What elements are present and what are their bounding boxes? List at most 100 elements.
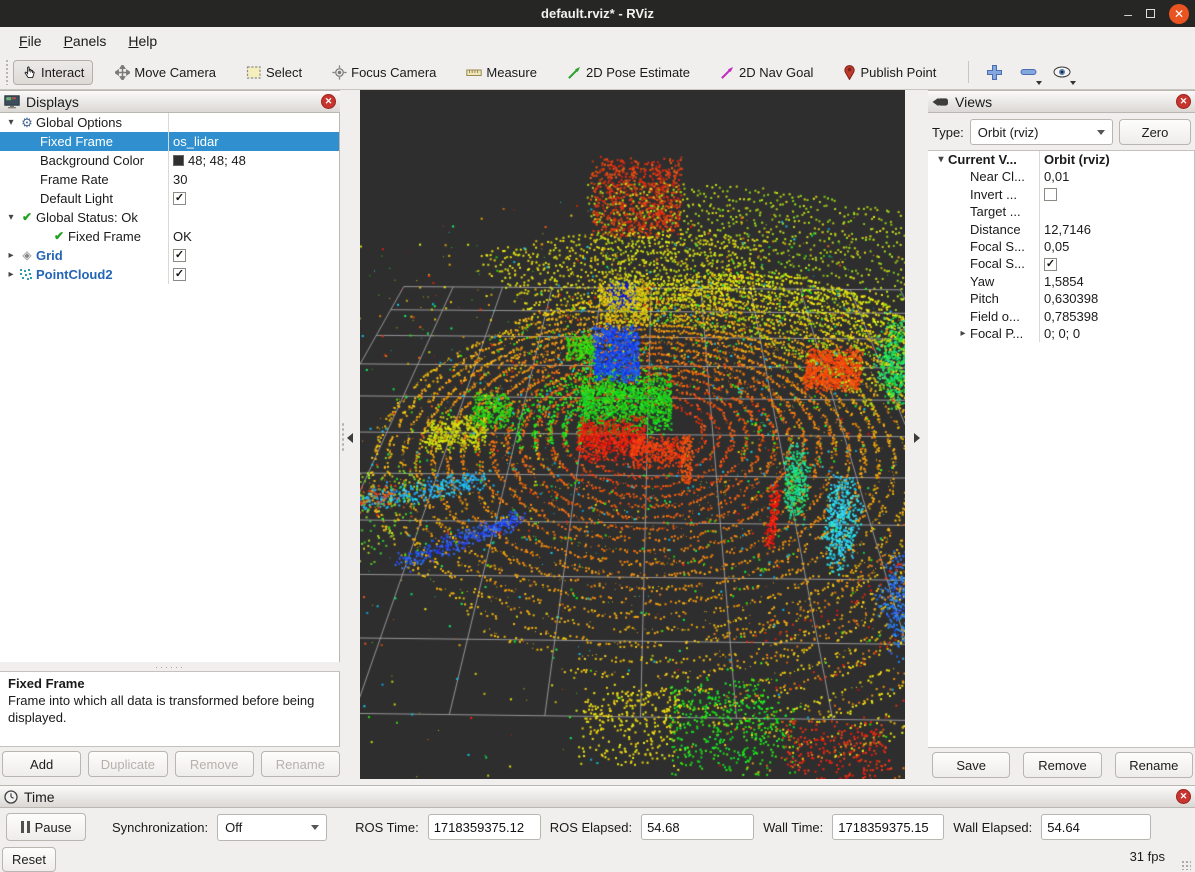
tool-2d-nav-goal[interactable]: 2D Nav Goal xyxy=(712,61,821,84)
check-icon: ✔ xyxy=(50,227,68,246)
menu-help[interactable]: Help xyxy=(117,29,168,53)
expander-icon[interactable]: ▸ xyxy=(4,246,18,265)
remove-view-button[interactable]: Remove xyxy=(1023,752,1101,778)
window-title: default.rviz* - RViz xyxy=(541,6,654,21)
tree-row[interactable]: Default Light✓ xyxy=(0,189,339,208)
close-displays-button[interactable]: ✕ xyxy=(321,94,336,109)
property-name: Pitch xyxy=(970,290,999,307)
right-splitter[interactable] xyxy=(905,90,928,785)
menu-panels[interactable]: Panels xyxy=(53,29,118,53)
checkbox[interactable]: ✓ xyxy=(173,192,186,205)
titlebar[interactable]: default.rviz* - RViz – ✕ xyxy=(0,0,1195,27)
rviz-window: default.rviz* - RViz – ✕ File Panels Hel… xyxy=(0,0,1195,872)
save-view-button[interactable]: Save xyxy=(932,752,1010,778)
expander-icon[interactable]: ▾ xyxy=(4,113,18,132)
clock-icon xyxy=(4,790,18,804)
checkbox[interactable] xyxy=(1044,188,1057,201)
monitor-icon xyxy=(4,95,20,109)
tree-row[interactable]: ▾Current V... Orbit (rviz) xyxy=(928,151,1194,168)
tool-measure[interactable]: Measure xyxy=(458,61,545,84)
checkbox[interactable]: ✓ xyxy=(1044,258,1057,271)
help-title: Fixed Frame xyxy=(8,676,331,693)
property-value: os_lidar xyxy=(173,132,219,151)
expander-icon[interactable]: ▾ xyxy=(4,208,18,227)
menu-file[interactable]: File xyxy=(8,29,53,53)
tree-row[interactable]: ▾✔Global Status: Ok xyxy=(0,208,339,227)
resize-grip-icon[interactable] xyxy=(1181,860,1191,870)
maximize-button[interactable] xyxy=(1146,9,1155,18)
tree-row[interactable]: ▾⚙Global Options xyxy=(0,113,339,132)
help-text: Frame into which all data is transformed… xyxy=(8,693,331,727)
dropdown-arrow-icon xyxy=(311,825,319,830)
wall-time-field[interactable] xyxy=(832,814,944,840)
toolbar-drag-handle[interactable] xyxy=(5,59,10,85)
tree-row[interactable]: Invert ... xyxy=(928,186,1194,203)
tree-row[interactable]: Yaw1,5854 xyxy=(928,273,1194,290)
tool-publish-point[interactable]: Publish Point xyxy=(835,60,944,84)
property-value: 1,5854 xyxy=(1044,273,1084,290)
tool-2d-pose-estimate[interactable]: 2D Pose Estimate xyxy=(559,61,698,84)
ros-time-field[interactable] xyxy=(428,814,541,840)
sync-combo[interactable]: Off xyxy=(217,814,327,841)
property-help-box: Fixed Frame Frame into which all data is… xyxy=(0,671,340,747)
add-tool-button[interactable] xyxy=(979,58,1009,86)
left-splitter[interactable] xyxy=(340,90,360,785)
property-value: 0,785398 xyxy=(1044,308,1098,325)
close-window-button[interactable]: ✕ xyxy=(1169,4,1189,24)
color-swatch xyxy=(173,155,184,166)
view-type-combo[interactable]: Orbit (rviz) xyxy=(970,119,1113,145)
close-views-button[interactable]: ✕ xyxy=(1176,94,1191,109)
tree-row[interactable]: Frame Rate30 xyxy=(0,170,339,189)
tree-row[interactable]: Near Cl...0,01 xyxy=(928,168,1194,185)
tool-interact[interactable]: Interact xyxy=(13,60,93,85)
tree-row[interactable]: Pitch0,630398 xyxy=(928,290,1194,307)
rename-view-button[interactable]: Rename xyxy=(1115,752,1193,778)
remove-display-button[interactable]: Remove xyxy=(175,751,254,777)
minimize-button[interactable]: – xyxy=(1124,9,1132,19)
tree-row[interactable]: Target ... xyxy=(928,203,1194,220)
menubar: File Panels Help xyxy=(0,27,1195,55)
tool-focus-camera[interactable]: Focus Camera xyxy=(324,61,444,84)
displays-splitter-handle[interactable]: ······ xyxy=(0,662,340,671)
property-name: Grid xyxy=(36,246,63,265)
duplicate-display-button[interactable]: Duplicate xyxy=(88,751,167,777)
time-panel-header[interactable]: Time ✕ xyxy=(0,785,1195,808)
expander-icon[interactable]: ▸ xyxy=(4,265,18,284)
tree-row[interactable]: ▸Focal P...0; 0; 0 xyxy=(928,325,1194,342)
property-name: Current V... xyxy=(948,151,1017,168)
zero-button[interactable]: Zero xyxy=(1119,119,1191,145)
views-panel-header[interactable]: Views ✕ xyxy=(928,90,1195,113)
render-viewport[interactable] xyxy=(360,90,905,779)
tree-row[interactable]: Distance12,7146 xyxy=(928,221,1194,238)
pause-button[interactable]: Pause xyxy=(6,813,86,841)
checkbox[interactable]: ✓ xyxy=(173,249,186,262)
property-name: Frame Rate xyxy=(40,170,109,189)
rename-display-button[interactable]: Rename xyxy=(261,751,340,777)
tree-row[interactable]: Background Color48; 48; 48 xyxy=(0,151,339,170)
tree-row[interactable]: Focal S...0,05 xyxy=(928,238,1194,255)
checkbox[interactable]: ✓ xyxy=(173,268,186,281)
ros-elapsed-field[interactable] xyxy=(641,814,754,840)
close-time-button[interactable]: ✕ xyxy=(1176,789,1191,804)
pointcloud-canvas[interactable] xyxy=(360,90,905,779)
tool-select[interactable]: Select xyxy=(238,61,310,84)
wall-elapsed-field[interactable] xyxy=(1041,814,1151,840)
tool-properties-button[interactable] xyxy=(1047,58,1077,86)
views-panel-title: Views xyxy=(955,94,1176,110)
add-display-button[interactable]: Add xyxy=(2,751,81,777)
expander-icon[interactable]: ▸ xyxy=(956,325,970,342)
property-name: Global Options xyxy=(36,113,122,132)
remove-tool-button[interactable] xyxy=(1013,58,1043,86)
tree-row[interactable]: Focal S...✓ xyxy=(928,255,1194,272)
tree-row[interactable]: ✔Fixed FrameOK xyxy=(0,227,339,246)
tree-row[interactable]: ▸PointCloud2✓ xyxy=(0,265,339,284)
tree-row[interactable]: Fixed Frameos_lidar xyxy=(0,132,339,151)
tool-move-camera[interactable]: Move Camera xyxy=(107,61,224,84)
tree-row[interactable]: Field o...0,785398 xyxy=(928,308,1194,325)
reset-button[interactable]: Reset xyxy=(2,847,56,872)
tree-row[interactable]: ▸◈Grid✓ xyxy=(0,246,339,265)
dropdown-arrow-icon xyxy=(1097,130,1105,135)
displays-panel-header[interactable]: Displays ✕ xyxy=(0,90,340,113)
property-value: Orbit (rviz) xyxy=(1044,151,1110,168)
expander-icon[interactable]: ▾ xyxy=(934,151,948,168)
